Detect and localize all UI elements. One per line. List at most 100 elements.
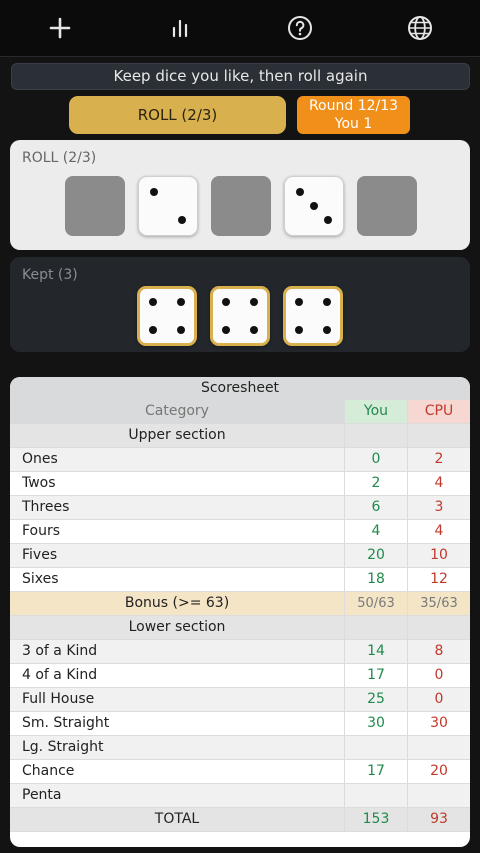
category-label: Full House xyxy=(22,691,95,707)
cpu-score: 4 xyxy=(407,520,470,543)
you-score xyxy=(344,736,407,759)
you-score: 4 xyxy=(344,520,407,543)
category-label: Twos xyxy=(22,475,56,491)
category-label: Chance xyxy=(22,763,75,779)
rolled-dice-row xyxy=(65,176,417,236)
round-number: Round 12/13 xyxy=(308,98,399,114)
cpu-score: 0 xyxy=(407,664,470,687)
cpu-score: 12 xyxy=(407,568,470,591)
cpu-score: 0 xyxy=(407,688,470,711)
die-pip xyxy=(324,216,332,224)
upper-section-title: Upper section xyxy=(128,427,226,443)
stats-button[interactable] xyxy=(150,0,210,57)
die-pip xyxy=(222,298,230,306)
cpu-score xyxy=(407,736,470,759)
lower-section-title: Lower section xyxy=(128,619,226,635)
empty-die-slot xyxy=(211,176,271,236)
cpu-header: CPU xyxy=(407,400,470,423)
die-pip xyxy=(149,326,157,334)
bonus-row: Bonus (>= 63) 50/63 35/63 xyxy=(10,592,470,616)
bar-chart-icon xyxy=(172,19,188,38)
you-score: 20 xyxy=(344,544,407,567)
die-pip xyxy=(178,216,186,224)
upper-category-row[interactable]: Fours 4 4 xyxy=(10,520,470,544)
lower-category-row[interactable]: Chance 17 20 xyxy=(10,760,470,784)
upper-category-row[interactable]: Sixes 18 12 xyxy=(10,568,470,592)
kept-panel-label: Kept (3) xyxy=(22,267,78,283)
empty-die-slot xyxy=(65,176,125,236)
die-pip xyxy=(250,298,258,306)
kept-die-1[interactable] xyxy=(137,286,197,346)
total-row: TOTAL 153 93 xyxy=(10,808,470,832)
upper-category-row[interactable]: Twos 2 4 xyxy=(10,472,470,496)
bonus-you: 50/63 xyxy=(344,592,407,615)
empty-die-slot xyxy=(357,176,417,236)
you-score: 17 xyxy=(344,664,407,687)
you-score: 30 xyxy=(344,712,407,735)
cpu-score: 3 xyxy=(407,496,470,519)
scoresheet-title: Scoresheet xyxy=(10,377,470,400)
instruction-banner: Keep dice you like, then roll again xyxy=(11,63,470,90)
die-pip xyxy=(323,298,331,306)
you-score: 0 xyxy=(344,448,407,471)
die-pip xyxy=(323,326,331,334)
lower-category-row[interactable]: Lg. Straight xyxy=(10,736,470,760)
upper-category-row[interactable]: Ones 0 2 xyxy=(10,448,470,472)
category-header: Category xyxy=(145,403,209,419)
roll-button[interactable]: ROLL (2/3) xyxy=(69,96,286,134)
die-pip xyxy=(222,326,230,334)
die-pip xyxy=(150,188,158,196)
cpu-score: 4 xyxy=(407,472,470,495)
lower-category-row[interactable]: Full House 25 0 xyxy=(10,688,470,712)
rolled-die-4[interactable] xyxy=(284,176,344,236)
cpu-score: 10 xyxy=(407,544,470,567)
upper-category-row[interactable]: Threes 6 3 xyxy=(10,496,470,520)
cpu-score: 8 xyxy=(407,640,470,663)
total-cpu: 93 xyxy=(407,808,470,831)
total-label: TOTAL xyxy=(154,811,200,827)
you-score: 18 xyxy=(344,568,407,591)
lower-category-row[interactable]: 4 of a Kind 17 0 xyxy=(10,664,470,688)
scoresheet-header-row: Category You CPU xyxy=(10,400,470,424)
category-label: Penta xyxy=(22,787,62,803)
you-header: You xyxy=(344,400,407,423)
top-toolbar xyxy=(0,0,480,57)
roll-panel: ROLL (2/3) xyxy=(10,140,470,250)
kept-die-2[interactable] xyxy=(210,286,270,346)
category-label: Fives xyxy=(22,547,58,563)
you-score: 17 xyxy=(344,760,407,783)
die-pip xyxy=(310,202,318,210)
cpu-score: 30 xyxy=(407,712,470,735)
lower-category-row[interactable]: Sm. Straight 30 30 xyxy=(10,712,470,736)
kept-die-3[interactable] xyxy=(283,286,343,346)
you-score: 2 xyxy=(344,472,407,495)
die-pip xyxy=(296,188,304,196)
help-button[interactable] xyxy=(270,0,330,57)
rolled-die-2[interactable] xyxy=(138,176,198,236)
you-score xyxy=(344,784,407,807)
category-label: Threes xyxy=(22,499,70,515)
plus-icon xyxy=(49,17,71,39)
lower-category-row[interactable]: Penta xyxy=(10,784,470,808)
category-label: Ones xyxy=(22,451,58,467)
die-pip xyxy=(295,326,303,334)
lower-category-row[interactable]: 3 of a Kind 14 8 xyxy=(10,640,470,664)
cpu-score: 20 xyxy=(407,760,470,783)
new-game-button[interactable] xyxy=(30,0,90,57)
category-label: 3 of a Kind xyxy=(22,643,98,659)
category-label: 4 of a Kind xyxy=(22,667,98,683)
cpu-score: 2 xyxy=(407,448,470,471)
die-pip xyxy=(295,298,303,306)
die-pip xyxy=(149,298,157,306)
category-label: Fours xyxy=(22,523,61,539)
cpu-score xyxy=(407,784,470,807)
bonus-label: Bonus (>= 63) xyxy=(124,595,230,611)
total-you: 153 xyxy=(344,808,407,831)
category-label: Sixes xyxy=(22,571,59,587)
round-indicator: Round 12/13 You 1 xyxy=(297,96,410,134)
upper-category-row[interactable]: Fives 20 10 xyxy=(10,544,470,568)
die-pip xyxy=(177,298,185,306)
upper-section-row: Upper section xyxy=(10,424,470,448)
category-label: Lg. Straight xyxy=(22,739,104,755)
language-button[interactable] xyxy=(390,0,450,57)
